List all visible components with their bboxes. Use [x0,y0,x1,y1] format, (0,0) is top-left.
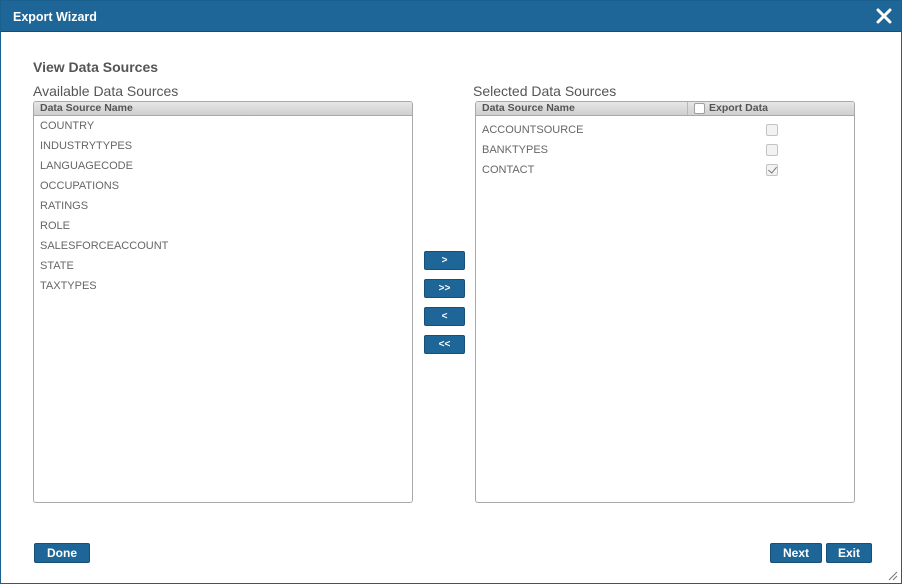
available-list[interactable]: Data Source Name COUNTRY INDUSTRYTYPES L… [33,101,413,503]
list-item[interactable]: COUNTRY [34,116,412,136]
column-header-name[interactable]: Data Source Name [476,102,688,115]
add-all-button[interactable]: >> [424,279,465,298]
close-icon[interactable] [875,7,893,25]
export-checkbox[interactable] [765,144,778,156]
list-item[interactable]: INDUSTRYTYPES [34,136,412,156]
data-source-name: BANKTYPES [482,144,549,156]
remove-button[interactable]: < [424,307,465,326]
list-item[interactable]: TAXTYPES [34,276,412,296]
export-data-label: Export Data [709,102,768,114]
export-checkbox[interactable] [765,164,778,176]
section-title: View Data Sources [33,59,159,75]
data-source-name: CONTACT [482,164,535,176]
selected-list-header[interactable]: Data Source Name Export Data [476,102,854,116]
available-list-header[interactable]: Data Source Name [34,102,412,116]
window-title: Export Wizard [13,10,97,24]
list-item[interactable]: RATINGS [34,196,412,216]
table-row[interactable]: BANKTYPES [476,140,854,160]
data-source-name: ACCOUNTSOURCE [482,124,584,136]
table-row[interactable]: ACCOUNTSOURCE [476,120,854,140]
list-item[interactable]: SALESFORCEACCOUNT [34,236,412,256]
exit-button[interactable]: Exit [826,543,872,563]
next-button[interactable]: Next [770,543,822,563]
resize-grip-icon[interactable] [886,568,898,581]
done-button[interactable]: Done [34,543,90,563]
selected-label: Selected Data Sources [473,83,617,99]
export-checkbox[interactable] [765,124,778,136]
available-label: Available Data Sources [33,83,179,99]
remove-all-button[interactable]: << [424,335,465,354]
column-header-name[interactable]: Data Source Name [34,102,133,115]
list-item[interactable]: ROLE [34,216,412,236]
title-bar[interactable]: Export Wizard [1,1,901,32]
list-item[interactable]: STATE [34,256,412,276]
add-button[interactable]: > [424,251,465,270]
export-wizard-dialog: Export Wizard View Data Sources Availabl… [0,0,902,584]
table-row[interactable]: CONTACT [476,160,854,180]
column-header-export[interactable]: Export Data [688,102,768,115]
selected-list[interactable]: Data Source Name Export Data ACCOUNTSOUR… [475,101,855,503]
export-all-checkbox[interactable] [694,103,705,114]
list-item[interactable]: OCCUPATIONS [34,176,412,196]
list-item[interactable]: LANGUAGECODE [34,156,412,176]
